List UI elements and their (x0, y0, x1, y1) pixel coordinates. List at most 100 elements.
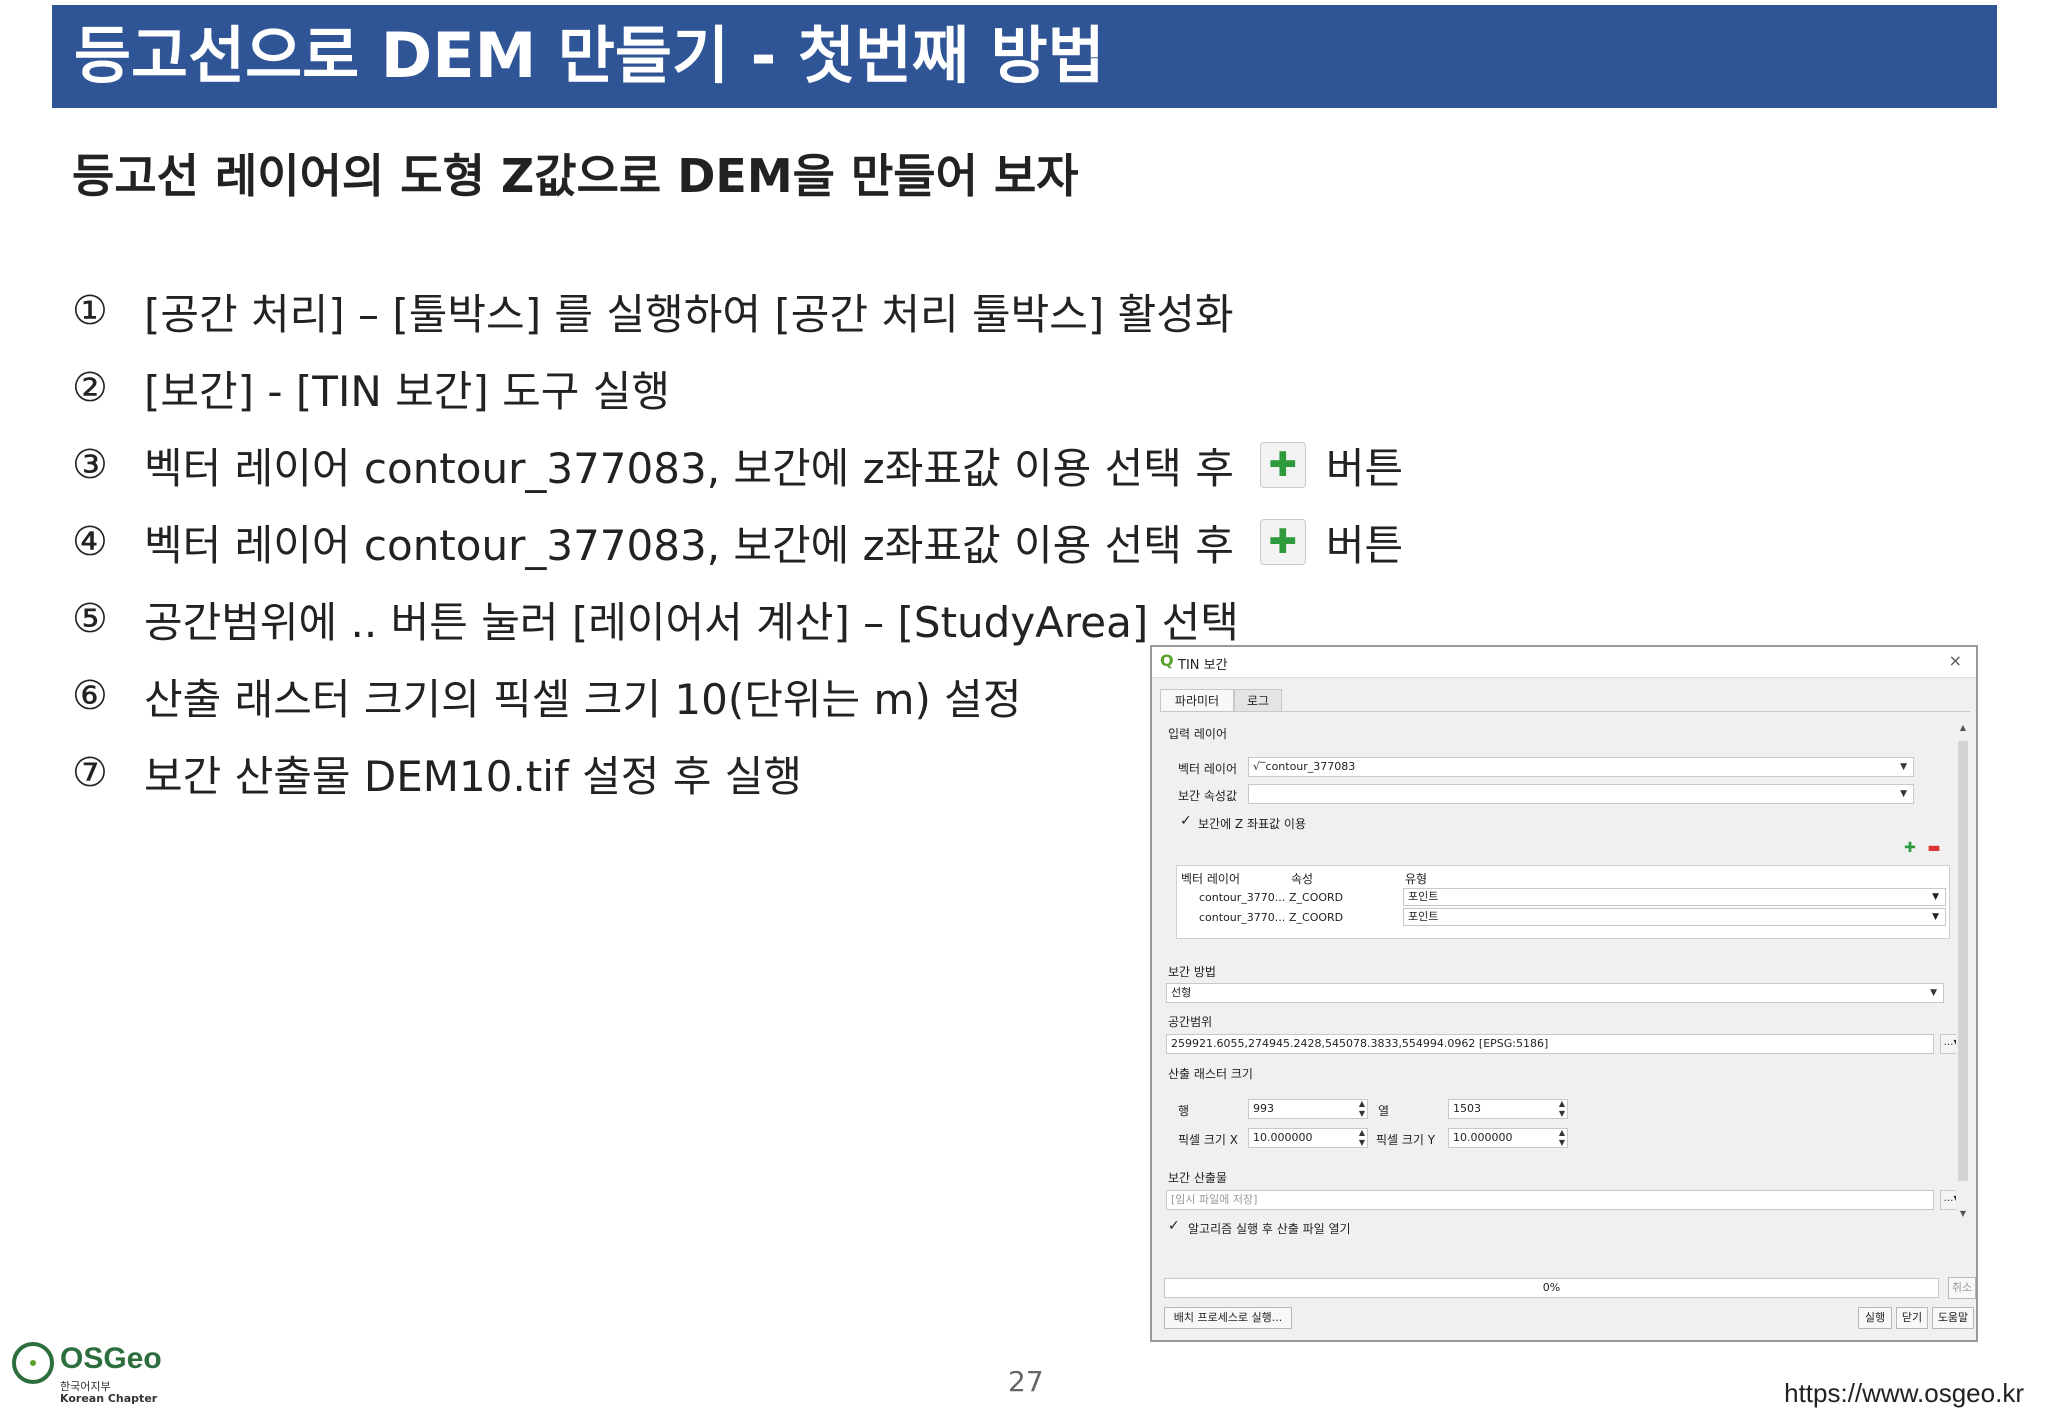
spin-arrows-icon: ▲ ▼ (1358, 1128, 1365, 1147)
pixel-x-label: 픽셀 크기 X (1178, 1133, 1239, 1147)
table-row-attr[interactable]: Z_COORD (1289, 911, 1343, 924)
footer-url[interactable]: https://www.osgeo.kr (1784, 1378, 2024, 1409)
table-row-attr[interactable]: Z_COORD (1289, 891, 1343, 904)
extent-value: 259921.6055,274945.2428,545078.3833,5549… (1171, 1037, 1549, 1050)
step-text: 공간범위에 .. 버튼 눌러 [레이어서 계산] – [StudyArea] 선… (144, 597, 1239, 647)
cancel-button[interactable]: 취소 (1948, 1277, 1976, 1299)
logo-subtitle-english: Korean Chapter (60, 1392, 158, 1405)
tab-log[interactable]: 로그 (1234, 689, 1282, 712)
table-row-type-select[interactable]: 포인트 ▼ (1403, 908, 1946, 926)
step-text: 산출 래스터 크기의 픽셀 크기 10(단위는 m) 설정 (144, 674, 1022, 724)
use-z-label: 보간에 Z 좌표값 이용 (1198, 817, 1306, 831)
scroll-thumb[interactable] (1958, 741, 1968, 1181)
rows-value: 993 (1253, 1102, 1274, 1115)
add-layer-plus-icon[interactable]: ✚ (1900, 839, 1920, 857)
spin-arrows-icon: ▲ ▼ (1558, 1128, 1565, 1147)
output-input[interactable]: [임시 파일에 저장] (1166, 1190, 1934, 1210)
use-z-checkbox[interactable]: ✓ (1180, 813, 1192, 829)
type-value: 포인트 (1408, 910, 1439, 923)
step-7: ⑦ 보간 산출물 DEM10.tif 설정 후 실행 (72, 743, 802, 803)
step-6: ⑥ 산출 래스터 크기의 픽셀 크기 10(단위는 m) 설정 (72, 666, 1021, 726)
chevron-down-icon: ▼ (1932, 912, 1939, 922)
extent-label: 공간범위 (1168, 1015, 1213, 1029)
output-label: 보간 산출물 (1168, 1171, 1228, 1185)
step-number: ⑥ (72, 673, 108, 719)
step-text: 보간 산출물 DEM10.tif 설정 후 실행 (144, 751, 802, 801)
step-number: ① (72, 288, 108, 334)
open-after-label: 알고리즘 실행 후 산출 파일 열기 (1188, 1222, 1351, 1236)
scroll-down-icon[interactable]: ▼ (1956, 1207, 1970, 1221)
step-1: ① [공간 처리] – [툴박스] 를 실행하여 [공간 처리 툴박스] 활성화 (72, 281, 1234, 341)
step-number: ② (72, 365, 108, 411)
cols-spinbox[interactable]: 1503 ▲ ▼ (1448, 1099, 1568, 1119)
step-text: [보간] - [TIN 보간] 도구 실행 (144, 366, 671, 416)
step-text: 벡터 레이어 contour_377083, 보간에 z좌표값 이용 선택 후 (144, 443, 1234, 493)
tab-parameters[interactable]: 파라미터 (1160, 689, 1234, 712)
plus-icon: ✚ (1259, 519, 1306, 565)
pixel-x-value: 10.000000 (1253, 1131, 1313, 1144)
chevron-down-icon: ▼ (1900, 789, 1907, 799)
vector-layer-select[interactable]: √‾contour_377083 ▼ (1248, 757, 1914, 777)
table-header-attr: 속성 (1291, 872, 1314, 886)
rows-spinbox[interactable]: 993 ▲ ▼ (1248, 1099, 1368, 1119)
chevron-down-icon: ▼ (1930, 988, 1937, 998)
output-placeholder: [임시 파일에 저장] (1171, 1193, 1258, 1206)
step-number: ④ (72, 519, 108, 565)
title-bar: 등고선으로 DEM 만들기 - 첫번째 방법 (52, 5, 1997, 108)
remove-layer-minus-icon[interactable]: ▬ (1924, 839, 1944, 857)
progress-bar: 0% (1164, 1278, 1939, 1298)
step-text: [공간 처리] – [툴박스] 를 실행하여 [공간 처리 툴박스] 활성화 (144, 289, 1234, 339)
rows-label: 행 (1178, 1104, 1190, 1118)
scrollbar[interactable]: ▲ ▼ (1956, 721, 1970, 1221)
pixel-y-value: 10.000000 (1453, 1131, 1513, 1144)
step-text-after: 버튼 (1325, 520, 1404, 570)
step-text-after: 버튼 (1325, 443, 1404, 493)
help-button[interactable]: 도움말 (1932, 1307, 1974, 1329)
open-after-checkbox[interactable]: ✓ (1168, 1218, 1180, 1234)
extent-input[interactable]: 259921.6055,274945.2428,545078.3833,5549… (1166, 1034, 1934, 1054)
pixel-x-spinbox[interactable]: 10.000000 ▲ ▼ (1248, 1128, 1368, 1148)
spin-arrows-icon: ▲ ▼ (1558, 1099, 1565, 1118)
progress-text: 0% (1542, 1281, 1561, 1294)
scroll-up-icon[interactable]: ▲ (1956, 721, 1970, 735)
chevron-down-icon: ▼ (1932, 892, 1939, 902)
table-row-layer[interactable]: contour_3770... (1199, 891, 1285, 904)
table-row-layer[interactable]: contour_3770... (1199, 911, 1285, 924)
page-subtitle: 등고선 레이어의 도형 Z값으로 DEM을 만들어 보자 (72, 149, 1079, 203)
chevron-down-icon: ▼ (1900, 762, 1907, 772)
input-layer-label: 입력 레이어 (1168, 727, 1228, 741)
table-header-layer: 벡터 레이어 (1181, 872, 1241, 886)
page-title: 등고선으로 DEM 만들기 - 첫번째 방법 (74, 19, 1105, 92)
type-value: 포인트 (1408, 890, 1439, 903)
layer-table: 벡터 레이어 속성 유형 contour_3770... Z_COORD 포인트… (1176, 865, 1950, 939)
close-button[interactable]: 닫기 (1896, 1307, 1928, 1329)
dialog-title: TIN 보간 (1178, 658, 1228, 673)
close-icon[interactable]: × (1949, 651, 1962, 670)
osgeo-logo: OSGeo 한국어지부 Korean Chapter (12, 1340, 162, 1410)
table-row-type-select[interactable]: 포인트 ▼ (1403, 888, 1946, 906)
osgeo-logo-icon (12, 1342, 54, 1384)
interp-attr-label: 보간 속성값 (1178, 789, 1238, 803)
pixel-y-label: 픽셀 크기 Y (1376, 1133, 1436, 1147)
method-value: 선형 (1171, 986, 1192, 999)
step-number: ③ (72, 442, 108, 488)
step-5: ⑤ 공간범위에 .. 버튼 눌러 [레이어서 계산] – [StudyArea]… (72, 589, 1239, 649)
method-select[interactable]: 선형 ▼ (1166, 983, 1944, 1003)
cols-label: 열 (1378, 1104, 1390, 1118)
step-number: ⑤ (72, 596, 108, 642)
pixel-y-spinbox[interactable]: 10.000000 ▲ ▼ (1448, 1128, 1568, 1148)
run-button[interactable]: 실행 (1858, 1307, 1892, 1329)
interp-attr-select[interactable]: ▼ (1248, 784, 1914, 804)
method-label: 보간 방법 (1168, 965, 1216, 979)
batch-process-button[interactable]: 배치 프로세스로 실행... (1164, 1307, 1292, 1329)
vector-layer-label: 벡터 레이어 (1178, 762, 1238, 776)
spin-arrows-icon: ▲ ▼ (1358, 1099, 1365, 1118)
dialog-titlebar: Q TIN 보간 × (1152, 647, 1976, 678)
plus-icon: ✚ (1259, 442, 1306, 488)
cols-value: 1503 (1453, 1102, 1481, 1115)
tin-interpolation-dialog: Q TIN 보간 × 파라미터 로그 입력 레이어 벡터 레이어 √‾conto… (1150, 645, 1978, 1342)
step-3: ③ 벡터 레이어 contour_377083, 보간에 z좌표값 이용 선택 … (72, 435, 1403, 495)
step-text: 벡터 레이어 contour_377083, 보간에 z좌표값 이용 선택 후 (144, 520, 1234, 570)
step-2: ② [보간] - [TIN 보간] 도구 실행 (72, 358, 670, 418)
step-4: ④ 벡터 레이어 contour_377083, 보간에 z좌표값 이용 선택 … (72, 512, 1403, 572)
